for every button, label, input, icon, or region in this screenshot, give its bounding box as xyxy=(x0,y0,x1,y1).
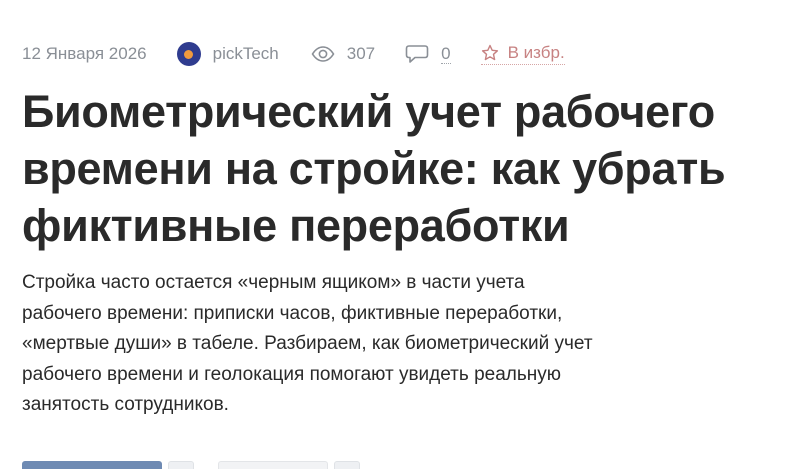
title-line: фиктивные переработки xyxy=(22,200,570,251)
lead-line: «мертвые души» в табеле. Разбираем, как … xyxy=(22,333,593,354)
title-line: времени на стройке: как убрать xyxy=(22,143,726,194)
author-link[interactable]: pickTech xyxy=(176,42,279,66)
article-title: Биометрический учет рабочего времени на … xyxy=(22,83,792,254)
author-name: pickTech xyxy=(212,44,279,63)
views-stat: 307 xyxy=(311,44,375,64)
author-avatar xyxy=(176,42,201,66)
article-page: 12 Января 2026 pickTech 307 0 В избр. Би… xyxy=(0,0,810,469)
comments-link[interactable]: 0 xyxy=(405,43,451,64)
favorite-label: В избр. xyxy=(507,43,565,62)
title-line: Биометрический учет рабочего xyxy=(22,86,715,137)
lead-line: рабочего времени: приписки часов, фиктив… xyxy=(22,302,563,324)
speech-bubble-icon xyxy=(405,45,429,63)
star-outline-icon xyxy=(481,44,498,61)
lead-line: Стройка часто остается «черным ящиком» в… xyxy=(22,272,525,293)
article-meta: 12 Января 2026 pickTech 307 0 В избр. xyxy=(22,40,565,68)
add-to-favorites-button[interactable]: В избр. xyxy=(480,43,565,65)
eye-icon xyxy=(311,46,335,62)
comments-count: 0 xyxy=(441,43,451,64)
lead-line: рабочего времени и геолокация помогают у… xyxy=(22,363,561,385)
publish-date: 12 Января 2026 xyxy=(22,44,147,63)
lead-line: занятость сотрудников. xyxy=(22,394,229,415)
secondary-action-button[interactable] xyxy=(218,461,328,469)
share-toolbar xyxy=(22,461,366,469)
secondary-counter-button[interactable] xyxy=(334,461,360,469)
article-lead: Стройка часто остается «черным ящиком» в… xyxy=(22,268,662,421)
share-button[interactable] xyxy=(22,461,162,469)
share-counter-button[interactable] xyxy=(168,461,194,469)
views-count: 307 xyxy=(346,44,376,63)
